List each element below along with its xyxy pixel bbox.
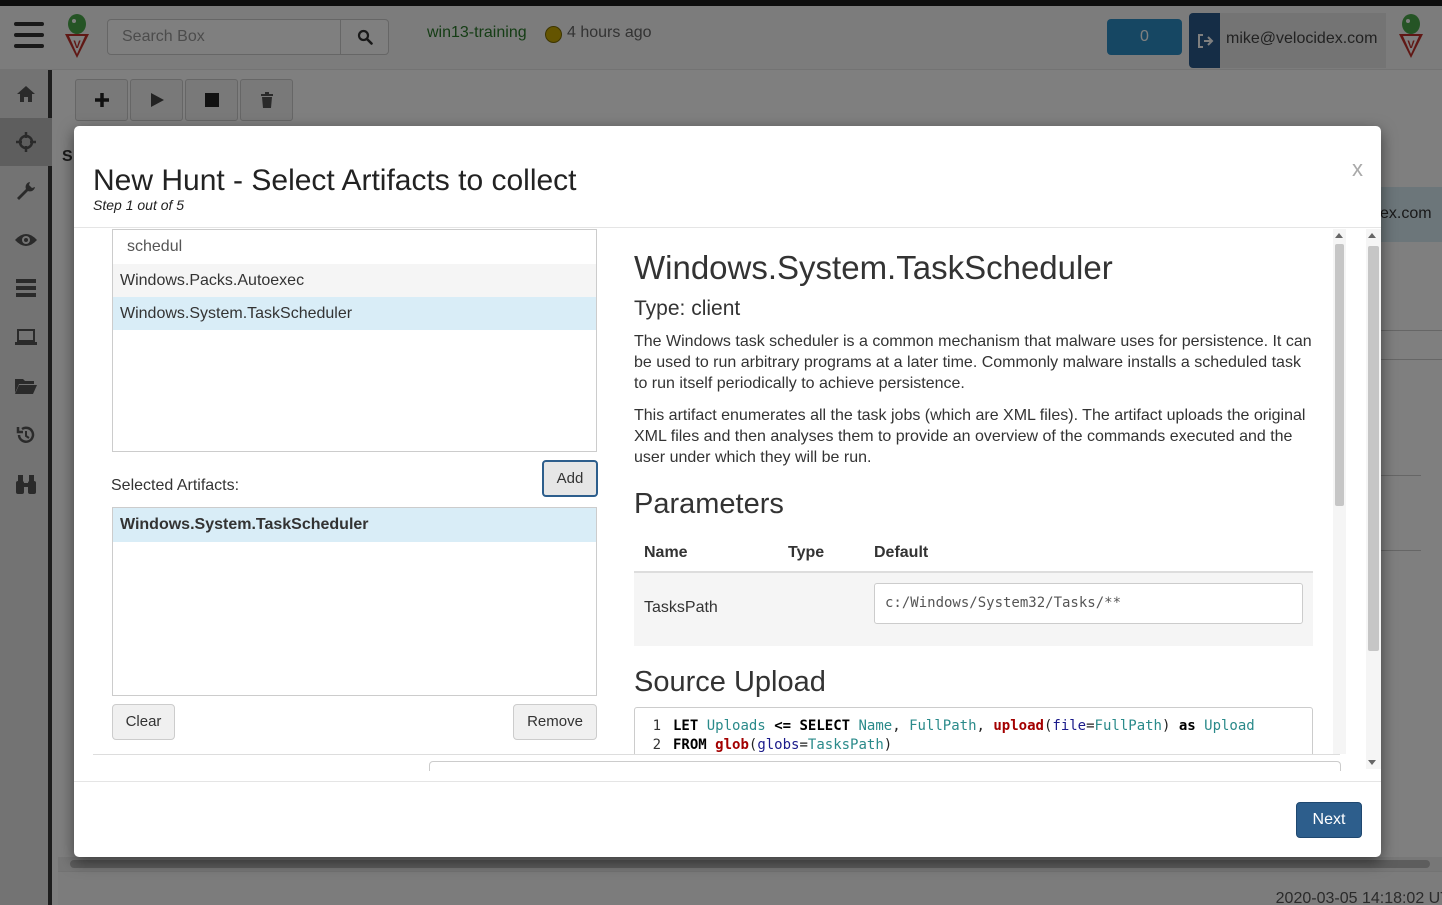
artifact-type: Type: client — [634, 297, 741, 320]
artifact-name-heading: Windows.System.TaskScheduler — [634, 249, 1113, 286]
new-hunt-modal: x New Hunt - Select Artifacts to collect… — [74, 126, 1381, 857]
add-button[interactable]: Add — [542, 460, 598, 497]
column-header-name: Name — [644, 544, 688, 561]
selected-artifact-item[interactable]: Windows.System.TaskScheduler — [113, 508, 596, 542]
selected-artifacts-label: Selected Artifacts: — [111, 477, 240, 494]
parameter-default-value: c:/Windows/System32/Tasks/** — [874, 583, 1303, 624]
detail-scrollbar[interactable] — [1333, 229, 1346, 754]
code-line: 1 LET Uploads <= SELECT Name, FullPath, u… — [652, 718, 1255, 734]
artifact-result-item[interactable]: Windows.Packs.Autoexec — [113, 264, 596, 297]
modal-body-scrollbar[interactable] — [1366, 229, 1381, 769]
close-button[interactable]: x — [1352, 156, 1363, 182]
artifact-result-item-selected[interactable]: Windows.System.TaskScheduler — [113, 297, 596, 330]
modal-title: New Hunt - Select Artifacts to collect — [93, 164, 577, 197]
vql-source-code: 1 LET Uploads <= SELECT Name, FullPath, u… — [634, 707, 1313, 754]
parameter-row: TasksPath c:/Windows/System32/Tasks/** — [634, 573, 1313, 646]
selected-artifacts-list: Windows.System.TaskScheduler — [112, 507, 597, 696]
column-header-default: Default — [874, 544, 929, 561]
column-header-type: Type — [788, 544, 825, 561]
artifact-search-input[interactable]: schedul — [112, 229, 597, 265]
artifact-search-results: Windows.Packs.Autoexec Windows.System.Ta… — [112, 264, 597, 452]
code-line: 2 FROM glob(globs=TasksPath) — [652, 737, 893, 753]
header-divider — [74, 227, 1381, 228]
step-indicator: Step 1 out of 5 — [93, 197, 185, 213]
artifact-description-2: This artifact enumerates all the task jo… — [634, 407, 1306, 466]
footer-divider — [74, 781, 1381, 782]
source-heading: Source Upload — [634, 666, 826, 698]
next-button[interactable]: Next — [1296, 802, 1362, 838]
remove-button[interactable]: Remove — [513, 704, 597, 740]
artifact-detail-pane: Windows.System.TaskScheduler Type: clien… — [634, 229, 1314, 754]
next-section-frame — [429, 761, 1341, 771]
parameter-name: TasksPath — [644, 599, 718, 616]
parameters-heading: Parameters — [634, 488, 784, 520]
clear-button[interactable]: Clear — [112, 704, 175, 740]
body-divider — [93, 754, 1340, 755]
artifact-description: The Windows task scheduler is a common m… — [634, 333, 1312, 392]
